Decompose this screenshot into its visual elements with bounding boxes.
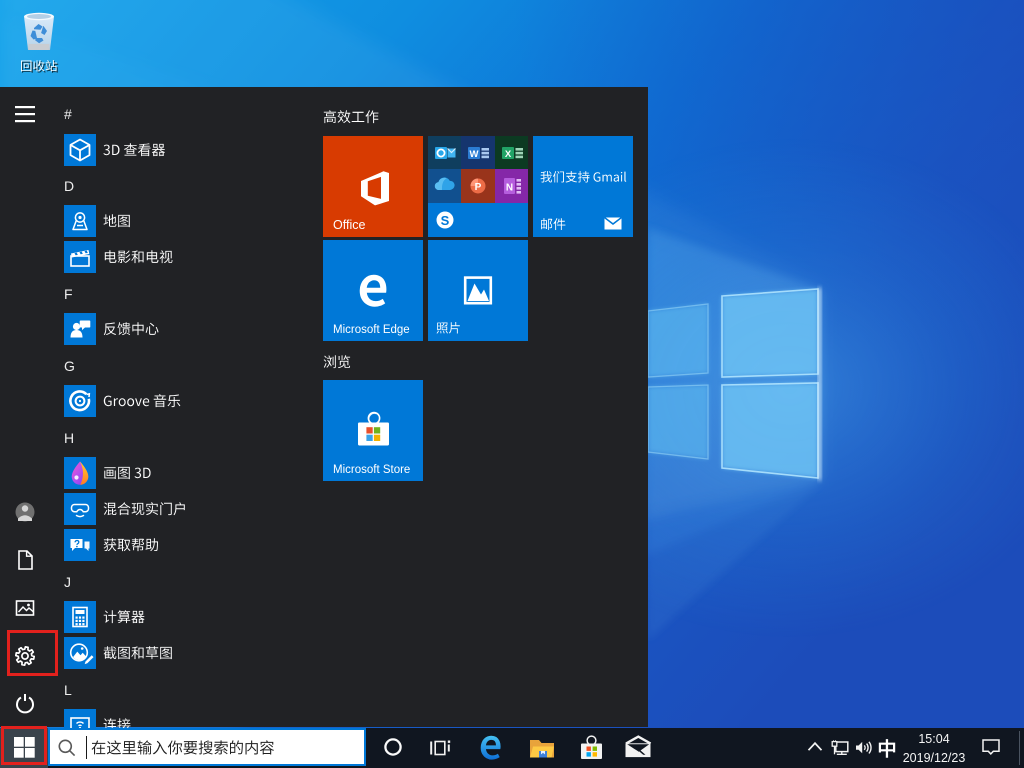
- svg-text:N: N: [506, 183, 513, 194]
- svg-text:W: W: [470, 149, 479, 160]
- svg-text:S: S: [441, 213, 450, 228]
- svg-text:P: P: [475, 182, 482, 193]
- svg-text:X: X: [505, 149, 512, 160]
